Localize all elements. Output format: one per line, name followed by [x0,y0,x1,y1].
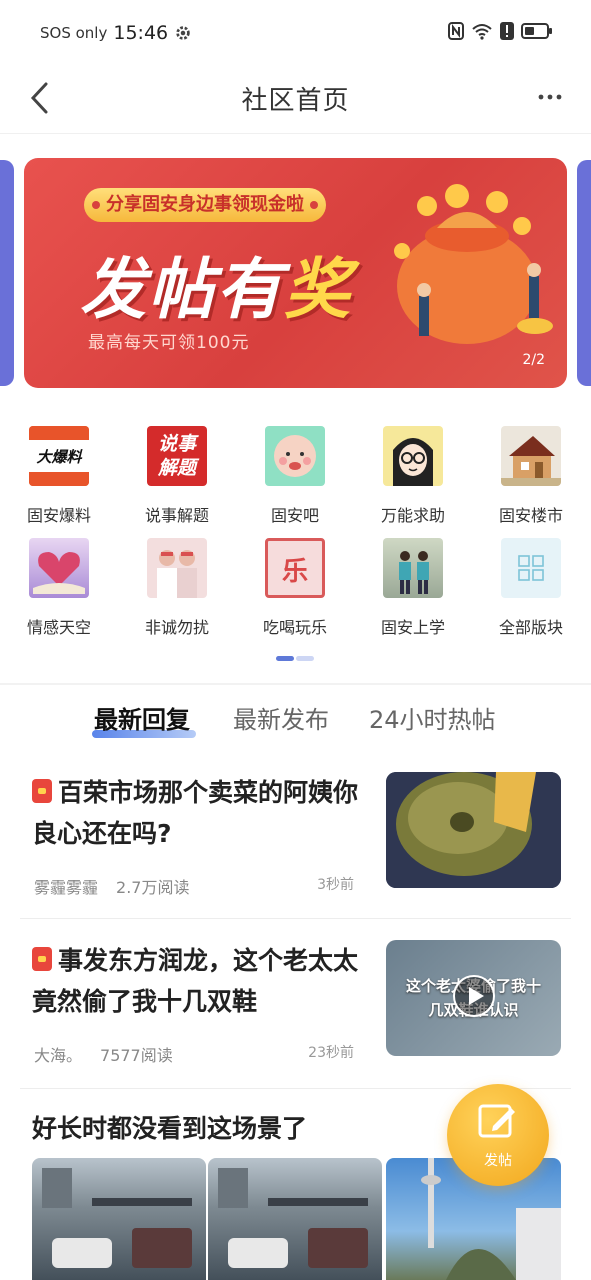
new-post-label: 发帖 [484,1153,512,1169]
category-item[interactable]: 非诚勿扰 [118,532,236,642]
red-packet-icon [32,779,52,803]
post-title-text: 事发东方润龙，这个老太太竟然偷了我十几双鞋 [32,946,359,1016]
category-label: 情感天空 [26,618,91,637]
new-post-button[interactable]: 发帖 [447,1084,549,1186]
tab-24h-hot[interactable]: 24小时热帖 [369,700,496,735]
banner-subtitle: 最高每天可领100元 [88,333,250,353]
category-label: 固安上学 [380,618,445,637]
category-item[interactable]: 万能求助 [354,420,472,530]
page-dot-active [276,656,294,661]
status-left: SOS only 15:46 [40,22,192,44]
video-thumbnail[interactable]: 这个老太婆偷了我十几双鞋谁认识 [386,940,561,1056]
category-item[interactable]: 情感天空 [0,532,118,642]
category-thumb-text: 说事解题 [157,433,196,479]
status-right [448,22,553,40]
couple-icon [147,538,207,598]
category-label: 全部版块 [498,618,563,637]
carrier-text: SOS only [40,24,108,42]
play-icon[interactable] [452,974,496,1018]
category-item[interactable]: 固安楼市 [472,420,590,530]
news-icon: 大爆料 [29,426,89,486]
promo-banner[interactable]: 分享固安身边事领现金啦 发帖有奖 最高每天可领100元 2/2 [24,158,567,388]
post-time: 3秒前 [317,877,354,893]
post-meta: 雾霾雾霾 2.7万阅读 3秒前 [34,874,354,898]
grid-icon [501,538,561,598]
heart-book-icon [29,538,89,598]
category-thumb-text: 乐 [281,557,308,587]
more-dots-icon[interactable] [537,90,563,104]
category-item[interactable]: 乐 吃喝玩乐 [236,532,354,642]
post-views: 7577阅读 [100,1046,173,1065]
nfc-icon [448,22,464,40]
category-label: 非诚勿扰 [144,618,209,637]
category-item[interactable]: 固安吧 [236,420,354,530]
grid-page-indicator [276,656,316,661]
status-bar: SOS only 15:46 [0,0,591,66]
post-title-text: 百荣市场那个卖菜的阿姨你良心还在吗? [32,778,359,848]
gear-icon [176,26,190,40]
students-icon [383,538,443,598]
section-divider [0,683,591,685]
cartoon-face-icon [265,426,325,486]
headline-accent: 奖 [284,251,352,328]
le-pattern-icon: 乐 [265,538,325,598]
post-time: 23秒前 [308,1045,354,1061]
girl-glasses-icon [383,426,443,486]
red-packet-icon [32,947,52,971]
category-label: 吃喝玩乐 [262,618,327,637]
post-title: 事发东方润龙，这个老太太竟然偷了我十几双鞋 [32,940,362,1022]
banner-pill: 分享固安身边事领现金啦 [84,188,326,222]
post-author: 雾霾雾霾 [34,878,99,897]
category-label: 固安楼市 [498,506,563,525]
category-item[interactable]: 大爆料 固安爆料 [0,420,118,530]
post-views: 2.7万阅读 [116,878,190,897]
post-item[interactable]: 百荣市场那个卖菜的阿姨你良心还在吗? 雾霾雾霾 2.7万阅读 3秒前 [0,770,591,920]
page-dot [296,656,314,661]
post-title-text: 好长时都没看到这场景了 [32,1114,308,1143]
post-author: 大海。 [34,1046,83,1065]
post-title: 百荣市场那个卖菜的阿姨你良心还在吗? [32,772,362,854]
post-title: 好长时都没看到这场景了 [32,1108,452,1149]
category-item[interactable]: 固安上学 [354,532,472,642]
category-label: 说事解题 [144,506,209,525]
money-bag-icon [394,184,553,344]
category-item[interactable]: 说事解题 说事解题 [118,420,236,530]
category-label: 固安爆料 [26,506,91,525]
edit-icon [478,1104,515,1138]
house-icon [501,426,561,486]
talk-icon: 说事解题 [147,426,207,486]
category-label: 固安吧 [270,506,319,525]
banner-next-peek[interactable] [577,160,591,386]
post-meta: 大海。 7577阅读 23秒前 [34,1042,354,1066]
category-item[interactable]: 全部版块 [472,532,590,642]
headline-main: 发帖有 [80,251,284,328]
post-item[interactable]: 事发东方润龙，这个老太太竟然偷了我十几双鞋 大海。 7577阅读 23秒前 这个老… [0,938,591,1088]
banner-prev-peek[interactable] [0,160,14,386]
feed-tabs: 最新回复 最新发布 24小时热帖 [0,700,591,742]
tab-latest-post[interactable]: 最新发布 [233,700,329,735]
traffic-photo[interactable] [32,1158,206,1280]
battery-icon [521,23,552,39]
clock-time: 15:46 [113,22,169,44]
alert-icon [500,22,514,40]
banner-page-counter: 2/2 [522,352,545,368]
banner-headline: 发帖有奖 [80,236,352,332]
category-label: 万能求助 [380,506,445,525]
tab-latest-reply[interactable]: 最新回复 [94,700,190,735]
pumpkin-photo[interactable] [386,772,561,888]
community-home-page: SOS only 15:46 社区首页 分享固安身边事领现金啦 发帖有奖 最高每… [0,0,591,1280]
traffic-photo[interactable] [208,1158,382,1280]
page-title: 社区首页 [241,86,350,116]
wifi-icon [472,24,492,40]
post-divider [20,918,571,919]
category-thumb-text: 大爆料 [36,448,82,466]
app-header: 社区首页 [0,66,591,134]
